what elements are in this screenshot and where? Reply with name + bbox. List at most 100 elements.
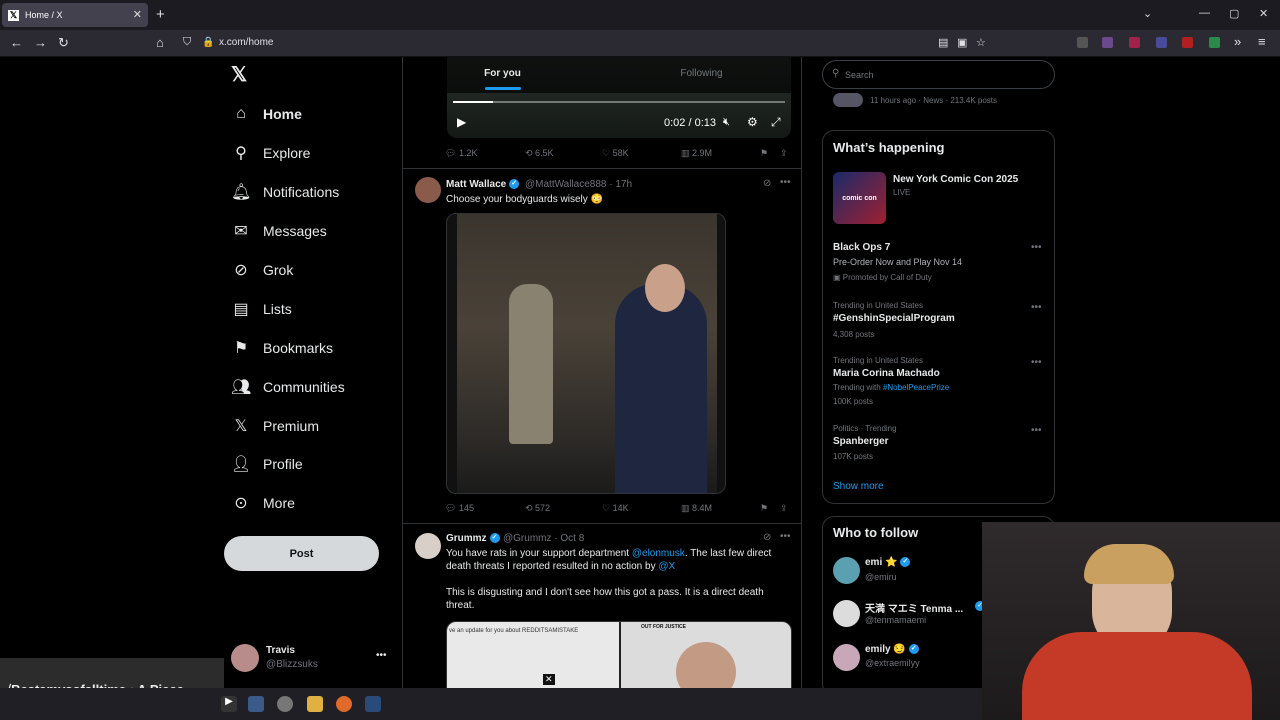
grok-icon[interactable]: ⊘ xyxy=(763,178,771,189)
hashtag-link[interactable]: #NobelPeacePrize xyxy=(883,383,949,392)
browser-tab[interactable]: 𝕏 Home / X ✕ xyxy=(2,3,148,27)
share-icon[interactable]: ⇪ xyxy=(780,148,788,159)
lock-icon[interactable]: 🔒 xyxy=(202,37,214,48)
taskbar-app-icon[interactable] xyxy=(248,696,264,712)
close-tab-icon[interactable]: ✕ xyxy=(133,8,142,21)
avatar[interactable] xyxy=(415,533,441,559)
extension-blue-icon[interactable] xyxy=(1156,37,1167,48)
sidebar-item-premium[interactable]: 𝕏 Premium xyxy=(231,413,319,439)
tweet-image-right[interactable]: OUT FOR JUSTICE xyxy=(621,622,791,688)
tab-following[interactable]: Following xyxy=(602,57,801,93)
tweet-more-icon[interactable]: ••• xyxy=(780,177,791,188)
repost-button[interactable]: ⟲ 6.5K xyxy=(525,148,554,159)
avatar[interactable] xyxy=(833,557,860,584)
reader-view-icon[interactable]: ▤ xyxy=(938,36,948,49)
mute-icon[interactable]: 🔇︎ xyxy=(723,116,730,129)
settings-gear-icon[interactable]: ⚙ xyxy=(747,115,758,129)
sidebar-item-communities[interactable]: 👥︎ Communities xyxy=(231,374,345,400)
x-logo-icon[interactable]: 𝕏 xyxy=(231,62,247,87)
views-button[interactable]: ▥ 8.4M xyxy=(681,503,712,514)
trend-title[interactable]: #GenshinSpecialProgram xyxy=(833,313,955,324)
taskbar-app-icon[interactable] xyxy=(277,696,293,712)
extension-green-icon[interactable] xyxy=(1209,37,1220,48)
extension-purple-icon[interactable] xyxy=(1102,37,1113,48)
tweet-author[interactable]: Grummz ✓ xyxy=(446,533,500,544)
steam-icon[interactable] xyxy=(365,696,381,712)
tweet-author[interactable]: Matt Wallace ✓ xyxy=(446,179,520,190)
new-tab-icon[interactable]: + xyxy=(156,6,165,23)
mention-link[interactable]: @elonmusk xyxy=(632,548,685,559)
event-thumbnail[interactable]: comic con xyxy=(833,172,886,224)
repost-button[interactable]: ⟲ 572 xyxy=(525,503,550,514)
close-window-icon[interactable]: ✕ xyxy=(1259,7,1268,20)
mention-link[interactable]: @X xyxy=(658,561,675,572)
video-progress-track[interactable] xyxy=(453,101,785,103)
avatar[interactable] xyxy=(833,600,860,627)
tweet-more-icon[interactable]: ••• xyxy=(780,531,791,542)
follow-name[interactable]: emi ⭐ ✓ xyxy=(865,557,911,568)
grok-icon[interactable]: ⊘ xyxy=(763,532,771,543)
sidebar-item-grok[interactable]: ⊘ Grok xyxy=(231,257,293,283)
avatar[interactable] xyxy=(415,177,441,203)
tweet-video[interactable] xyxy=(446,213,726,494)
search-input[interactable]: ⚲ Search xyxy=(822,60,1055,89)
post-button[interactable]: Post xyxy=(224,536,379,571)
tab-for-you[interactable]: For you xyxy=(403,57,602,93)
tweet-handle-time[interactable]: @Grummz · Oct 8 xyxy=(503,533,584,544)
tweet-handle-time[interactable]: @MattWallace888 · 17h xyxy=(525,179,632,190)
like-button[interactable]: ♡ 14K xyxy=(602,503,629,514)
views-button[interactable]: ▥ 2.9M xyxy=(681,148,712,159)
event-title[interactable]: New York Comic Con 2025 xyxy=(893,174,1018,185)
share-icon[interactable]: ⇪ xyxy=(780,503,788,514)
maximize-icon[interactable]: ▢ xyxy=(1229,7,1239,20)
tweet-images[interactable]: ve an update for you about REDDITSAMISTA… xyxy=(446,621,792,688)
url-bar[interactable]: x.com/home xyxy=(219,37,273,48)
trend-more-icon[interactable]: ••• xyxy=(1031,302,1042,313)
fullscreen-icon[interactable]: ⤢ xyxy=(771,115,781,130)
media-player-icon[interactable]: ▶ xyxy=(221,696,237,712)
bookmark-icon[interactable]: ⚑ xyxy=(760,503,768,514)
trend-more-icon[interactable]: ••• xyxy=(1031,425,1042,436)
back-icon[interactable]: ← xyxy=(10,35,23,50)
firefox-icon[interactable] xyxy=(336,696,352,712)
show-more-link[interactable]: Show more xyxy=(833,481,884,492)
like-button[interactable]: ♡ 58K xyxy=(602,148,629,159)
sidebar-item-messages[interactable]: ✉ Messages xyxy=(231,218,327,244)
avatar[interactable] xyxy=(833,644,860,671)
sidebar-item-profile[interactable]: 👤︎ Profile xyxy=(231,451,303,477)
trend-more-icon[interactable]: ••• xyxy=(1031,357,1042,368)
play-icon[interactable]: ▶ xyxy=(457,115,466,129)
hamburger-menu-icon[interactable]: ≡ xyxy=(1258,34,1266,49)
sidebar-item-notifications[interactable]: 🔔︎ Notifications xyxy=(231,179,339,205)
overflow-chevron-icon[interactable]: » xyxy=(1234,34,1241,49)
bookmark-star-icon[interactable]: ☆ xyxy=(976,36,986,49)
folder-icon[interactable] xyxy=(307,696,323,712)
trend-title[interactable]: Maria Corina Machado xyxy=(833,368,940,379)
extension-red-icon[interactable] xyxy=(1129,37,1140,48)
screenshot-icon[interactable]: ▣ xyxy=(957,36,967,49)
extension-badge-icon[interactable] xyxy=(1182,37,1193,48)
shield-icon[interactable]: ⛉ xyxy=(183,36,191,49)
reply-button[interactable]: 💬︎ 1.2K xyxy=(445,148,477,159)
follow-name[interactable]: emily 😏 ✓ xyxy=(865,644,919,655)
bookmark-icon[interactable]: ⚑ xyxy=(760,148,768,159)
account-more-icon[interactable]: ••• xyxy=(376,650,387,661)
reload-icon[interactable]: ↻ xyxy=(58,35,69,51)
follow-name[interactable]: 天満 マエミ Tenma ... xyxy=(865,600,980,615)
trend-title[interactable]: Spanberger xyxy=(833,436,889,447)
reply-button[interactable]: 💬︎ 145 xyxy=(445,503,474,514)
sidebar-item-home[interactable]: ⌂ Home xyxy=(231,101,302,127)
list-all-tabs-icon[interactable]: ⌄ xyxy=(1143,7,1152,20)
tweet-image-left[interactable]: ve an update for you about REDDITSAMISTA… xyxy=(447,622,619,688)
account-switcher[interactable]: Travis @Blizzsuks ••• xyxy=(231,644,391,674)
extensions-icon[interactable] xyxy=(1077,37,1088,48)
sidebar-item-explore[interactable]: ⚲ Explore xyxy=(231,140,310,166)
sidebar-item-bookmarks[interactable]: ⚑ Bookmarks xyxy=(231,335,333,361)
close-icon[interactable]: ✕ xyxy=(543,674,555,685)
trend-more-icon[interactable]: ••• xyxy=(1031,242,1042,253)
minimize-icon[interactable]: — xyxy=(1199,7,1210,19)
sidebar-item-lists[interactable]: ▤ Lists xyxy=(231,296,291,322)
sidebar-item-more[interactable]: ⊙ More xyxy=(231,490,295,516)
forward-icon[interactable]: → xyxy=(34,35,47,50)
home-button-icon[interactable]: ⌂ xyxy=(156,35,164,50)
